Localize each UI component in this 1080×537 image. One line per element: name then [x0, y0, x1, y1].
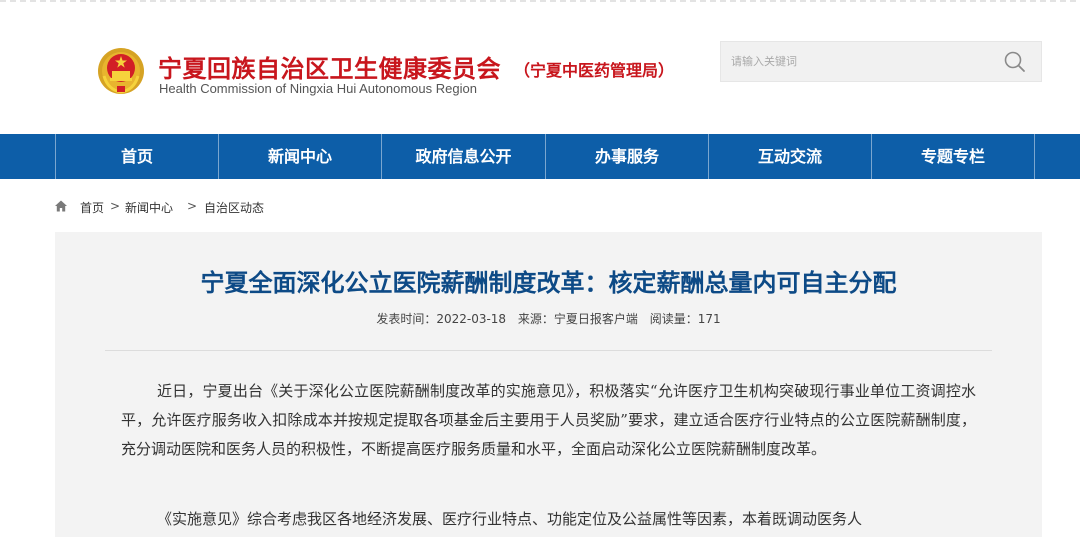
nav-item-interaction[interactable]: 互动交流 — [709, 134, 871, 179]
nav-item-news-center[interactable]: 新闻中心 — [219, 134, 381, 179]
site-subtitle: （宁夏中医药管理局） — [514, 61, 675, 80]
breadcrumb-separator: > — [187, 199, 198, 213]
home-icon — [55, 200, 67, 212]
article-meta: 发表时间：2022-03-18 来源：宁夏日报客户端 阅读量：171 — [55, 310, 1042, 327]
article-container: 宁夏全面深化公立医院薪酬制度改革：核定薪酬总量内可自主分配 发表时间：2022-… — [55, 232, 1042, 537]
publish-time: 发表时间：2022-03-18 — [376, 312, 507, 326]
breadcrumb-news-center[interactable]: 新闻中心 — [125, 199, 173, 216]
search-input[interactable] — [721, 42, 991, 81]
site-english-name: Health Commission of Ningxia Hui Autonom… — [159, 81, 477, 96]
view-count: 阅读量：171 — [649, 312, 721, 326]
nav-item-home[interactable]: 首页 — [56, 134, 218, 179]
breadcrumb-home[interactable]: 首页 — [80, 199, 104, 216]
site-header: 宁夏回族自治区卫生健康委员会 （宁夏中医药管理局） Health Commiss… — [0, 0, 1080, 134]
article-source: 来源：宁夏日报客户端 — [517, 312, 638, 326]
nav-item-gov-info[interactable]: 政府信息公开 — [382, 134, 545, 179]
breadcrumb-region-news[interactable]: 自治区动态 — [204, 199, 264, 216]
site-title: 宁夏回族自治区卫生健康委员会 — [158, 55, 501, 83]
article-paragraph: 近日，宁夏出台《关于深化公立医院薪酬制度改革的实施意见》，积极落实“允许医疗卫生… — [121, 382, 976, 458]
search-icon[interactable] — [1003, 50, 1027, 74]
nav-separator — [1034, 134, 1035, 179]
national-emblem-icon — [98, 48, 144, 94]
search-box — [720, 41, 1042, 82]
article-title: 宁夏全面深化公立医院薪酬制度改革：核定薪酬总量内可自主分配 — [200, 269, 897, 297]
nav-item-services[interactable]: 办事服务 — [546, 134, 708, 179]
breadcrumb-separator: > — [110, 199, 121, 213]
main-nav: 首页 新闻中心 政府信息公开 办事服务 互动交流 专题专栏 — [0, 134, 1080, 179]
nav-item-topics[interactable]: 专题专栏 — [872, 134, 1034, 179]
title-divider — [105, 350, 992, 351]
article-paragraph: 《实施意见》综合考虑我区各地经济发展、医疗行业特点、功能定位及公益属性等因素，本… — [157, 510, 863, 528]
